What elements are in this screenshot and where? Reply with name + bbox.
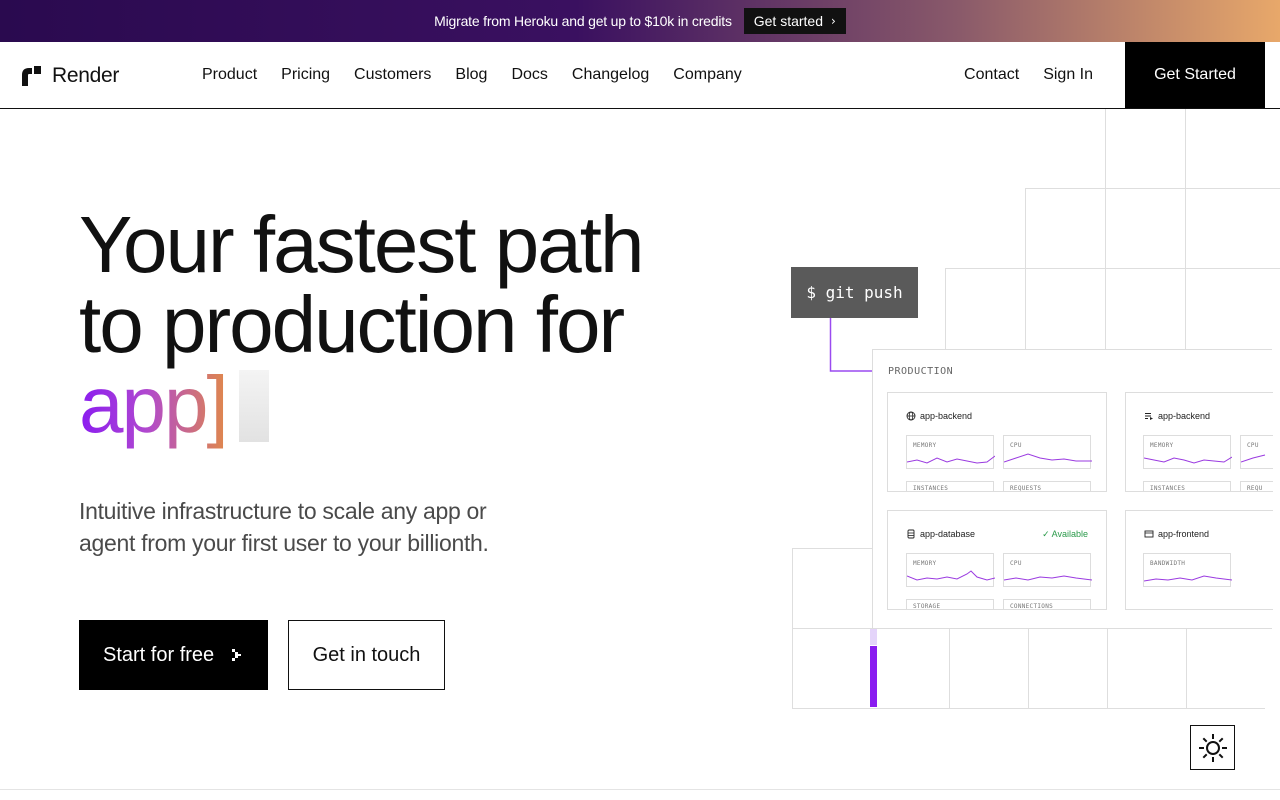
service-status-badge: ✓ Available [1042, 529, 1088, 539]
metric-sparkline [907, 570, 995, 581]
metric-cpu: CPU [1240, 435, 1273, 469]
hero-title-line-3: app] [79, 365, 642, 445]
banner-text: Migrate from Heroku and get up to $10k i… [434, 13, 732, 29]
promo-banner: Migrate from Heroku and get up to $10k i… [0, 0, 1280, 42]
metric-storage: STORAGE [906, 599, 994, 610]
metric-memory: MEMORY [906, 553, 995, 587]
metric-sparkline [1241, 454, 1266, 463]
get-started-button[interactable]: Get Started [1125, 42, 1265, 108]
metric-requests: REQU [1240, 481, 1273, 492]
window-icon [1144, 530, 1154, 538]
service-header: app-backend [1144, 411, 1210, 421]
nav-link-pricing[interactable]: Pricing [281, 66, 330, 84]
production-label: PRODUCTION [888, 366, 954, 377]
get-in-touch-button[interactable]: Get in touch [288, 620, 445, 690]
service-header: app-frontend [1144, 529, 1209, 539]
metric-sparkline [1004, 453, 1092, 463]
sign-in-link[interactable]: Sign In [1043, 66, 1093, 84]
theme-toggle-button[interactable] [1190, 725, 1235, 770]
nav-link-changelog[interactable]: Changelog [572, 66, 649, 84]
metric-sparkline [907, 455, 995, 464]
metric-sparkline [1144, 456, 1232, 464]
hero-subtitle: Intuitive infrastructure to scale any ap… [79, 498, 489, 556]
service-card-backend-1: app-backend MEMORY CPU INSTANCES REQUEST… [887, 392, 1107, 492]
render-logo-icon [22, 66, 41, 86]
service-name: app-database [920, 529, 976, 539]
main-nav: Render Product Pricing Customers Blog Do… [0, 42, 1280, 109]
service-name: app-backend [920, 411, 973, 421]
metric-bandwidth: BANDWIDTH [1143, 553, 1232, 587]
metric-label: BANDWIDTH [1150, 560, 1186, 567]
sun-icon [1198, 733, 1227, 762]
git-push-command: $ git push [791, 267, 918, 318]
start-for-free-label: Start for free [103, 643, 215, 666]
metric-label: CPU [1010, 442, 1022, 449]
list-icon [1145, 413, 1153, 420]
service-name: app-frontend [1158, 529, 1210, 539]
metric-sparkline [1004, 575, 1092, 581]
metric-cpu: CPU [1003, 435, 1092, 469]
banner-button-label: Get started [753, 13, 824, 29]
metric-label: CPU [1247, 442, 1259, 449]
metric-instances: INSTANCES [1143, 481, 1231, 492]
service-card-database: app-database ✓ Available MEMORY CPU STOR… [887, 510, 1107, 610]
metric-sparkline [1144, 575, 1232, 582]
metric-connections: CONNECTIONS [1003, 599, 1091, 610]
production-panel: PRODUCTION app-backend MEMORY CPU INSTAN… [872, 349, 1273, 629]
metric-label: MEMORY [913, 560, 937, 567]
hero-title-line-1: Your fastest path [79, 200, 644, 289]
metric-label: REQUESTS [1010, 485, 1042, 492]
nav-links: Product Pricing Customers Blog Docs Chan… [202, 66, 742, 84]
hero-title-line-2: to production for [79, 280, 625, 369]
metric-memory: MEMORY [1143, 435, 1232, 469]
service-name: app-backend [1158, 411, 1211, 421]
globe-icon [906, 411, 916, 421]
brand-name: Render [52, 64, 120, 87]
chevron-right-icon: › [831, 14, 836, 28]
database-icon [907, 529, 915, 539]
nav-link-product[interactable]: Product [202, 66, 257, 84]
nav-link-company[interactable]: Company [673, 66, 741, 84]
metric-instances: INSTANCES [906, 481, 994, 492]
metric-label: MEMORY [913, 442, 937, 449]
section-divider [0, 789, 1280, 790]
pixel-chevron-icon [232, 649, 242, 661]
contact-link[interactable]: Contact [964, 66, 1019, 84]
nav-link-blog[interactable]: Blog [455, 66, 487, 84]
hero-animated-word: app] [79, 360, 229, 449]
metric-label: INSTANCES [913, 485, 949, 492]
hero-title: Your fastest path to production for app] [79, 200, 644, 445]
metric-requests: REQUESTS [1003, 481, 1091, 492]
service-card-backend-2: app-backend MEMORY CPU INSTANCES REQU [1125, 392, 1273, 492]
metric-label: INSTANCES [1150, 485, 1186, 492]
metric-label: STORAGE [913, 603, 941, 610]
metric-label: CONNECTIONS [1010, 603, 1054, 610]
metric-label: REQU [1247, 485, 1263, 492]
nav-link-docs[interactable]: Docs [511, 66, 547, 84]
metric-memory: MEMORY [906, 435, 995, 469]
typing-cursor [238, 370, 269, 442]
service-header: app-database [906, 529, 975, 539]
service-header: app-backend [906, 411, 972, 421]
metric-label: MEMORY [1150, 442, 1174, 449]
metric-cpu: CPU [1003, 553, 1092, 587]
brand-logo[interactable]: Render [20, 64, 119, 88]
service-card-frontend: app-frontend BANDWIDTH [1125, 510, 1273, 610]
banner-get-started-button[interactable]: Get started › [743, 8, 846, 34]
nav-right: Contact Sign In [964, 66, 1093, 84]
nav-link-customers[interactable]: Customers [354, 66, 431, 84]
start-for-free-button[interactable]: Start for free [79, 620, 268, 690]
metric-label: CPU [1010, 560, 1022, 567]
